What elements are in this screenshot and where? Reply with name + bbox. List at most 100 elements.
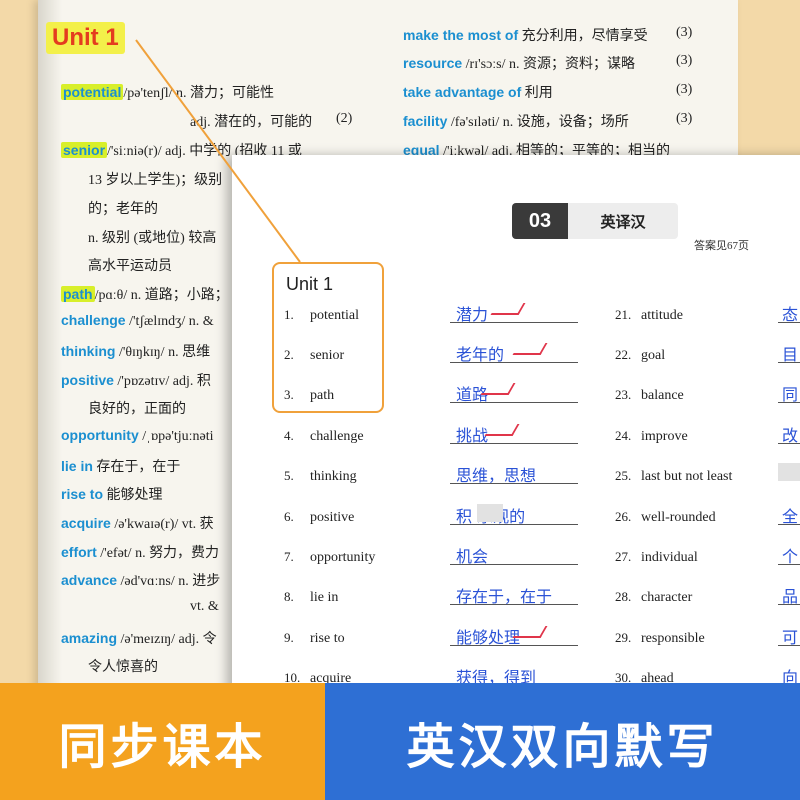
vocab-word: opportunity [61, 427, 139, 443]
question-number: 4. [284, 428, 294, 443]
banner-left: 同步课本 [0, 683, 325, 800]
vocab-word: acquire [61, 515, 111, 531]
question-number: 9. [284, 630, 294, 645]
vocab-frequency: (3) [676, 25, 693, 40]
handwritten-answer: 老年的 [456, 345, 505, 364]
handwritten-answer: 存在于，在于 [456, 587, 553, 606]
vocab-word: make the most of [403, 27, 519, 43]
question-number: 25. [615, 468, 632, 483]
vocab-word: positive [61, 372, 114, 388]
unit-box-title: Unit 1 [286, 274, 334, 294]
question-word: character [641, 590, 693, 605]
question-number: 27. [615, 549, 632, 564]
vocab-definition: /'pɒzətɪv/ adj. 积 [117, 374, 211, 389]
vocab-subline: adj. 潜在的，可能的 [190, 115, 313, 130]
section-number: 03 [512, 203, 568, 239]
vocab-definition: /pɑːθ/ n. 道路；小路； [94, 288, 229, 303]
question-number: 24. [615, 428, 632, 443]
vocab-entry: make the most of 充分利用，尽情享受 [403, 25, 648, 45]
vocab-entry: challenge /'tʃælɪndʒ/ n. & [61, 312, 214, 330]
vocab-definition: 能够处理 [106, 488, 163, 503]
handwritten-answer: 挑战 [456, 426, 489, 445]
question-word: path [310, 388, 335, 403]
handwritten-answer: 个 [782, 547, 799, 566]
question-row: 2. senior [284, 347, 344, 371]
answer-reference: 答案见67页 [694, 240, 749, 252]
vocab-entry: advance /əd'vɑːns/ n. 进步 [61, 570, 220, 590]
question-row: 21. attitude [615, 307, 683, 331]
question-row: 22. goal [615, 347, 665, 371]
question-word: attitude [641, 308, 683, 323]
question-number: 2. [284, 347, 294, 362]
check-mark-icon [484, 424, 520, 436]
question-word: opportunity [310, 550, 376, 565]
vocab-entry: positive /'pɒzətɪv/ adj. 积 [61, 370, 211, 390]
banner-left-text: 同步课本 [58, 718, 267, 775]
handwritten-answer: 品 [782, 587, 799, 606]
banner-right-text: 英汉双向默写 [406, 718, 719, 775]
handwritten-answer: 思维，思想 [456, 466, 537, 485]
question-row: 4. challenge [284, 428, 364, 452]
vocab-entry: rise to 能够处理 [61, 484, 163, 504]
vocab-word: facility [403, 113, 448, 129]
vocab-word: amazing [61, 630, 118, 646]
vocab-entry: facility /fə'sɪləti/ n. 设施，设备；场所 [403, 111, 629, 131]
handwritten-answer: 潜力 [456, 305, 489, 324]
question-word: positive [310, 510, 355, 525]
question-row: 27. individual [615, 549, 698, 573]
question-number: 23. [615, 387, 632, 402]
vocab-definition: /'θɪŋkɪŋ/ n. 思维 [118, 345, 211, 360]
vocab-word: potential [61, 84, 124, 100]
question-row: 8. lie in [284, 589, 338, 613]
vocab-definition: /əd'vɑːns/ n. 进步 [120, 574, 221, 589]
question-number: 8. [284, 589, 294, 604]
vocab-definition: /pə'tenʃl/ n. 潜力；可能性 [123, 86, 275, 101]
vocab-entry: acquire /ə'kwaɪə(r)/ vt. 获 [61, 513, 214, 533]
vocab-entry: amazing /ə'meɪzɪŋ/ adj. 令 [61, 628, 217, 648]
check-mark-icon [512, 343, 548, 355]
question-number: 26. [615, 509, 632, 524]
vocab-subline: 13 岁以上学生)；级别 [88, 173, 223, 188]
vocab-definition: /rɪ'sɔːs/ n. 资源；资料；谋略 [465, 57, 636, 72]
vocab-entry: path/pɑːθ/ n. 道路；小路； [61, 284, 229, 304]
question-word: goal [641, 348, 666, 363]
vocab-definition: /'tʃælɪndʒ/ n. & [129, 314, 214, 329]
vocab-definition: 利用 [524, 86, 553, 101]
vocab-entry: resource /rɪ'sɔːs/ n. 资源；资料；谋略 [403, 53, 635, 73]
vocab-word: thinking [61, 343, 116, 359]
question-word: well-rounded [641, 510, 716, 525]
handwritten-answer: 态 [782, 305, 799, 324]
question-row: 28. character [615, 589, 692, 613]
vocab-definition: /ˌɒpə'tjuːnəti [142, 429, 214, 444]
vocab-word: take advantage of [403, 84, 522, 100]
question-row: 5. thinking [284, 468, 357, 492]
handwritten-answer: 可 [782, 628, 799, 647]
vocab-left-column: potential/pə'tenʃl/ n. 潜力；可能性 adj. 潜在的，可… [0, 0, 352, 700]
vocab-subline: n. 级别 (或地位) 较高 [88, 231, 217, 246]
vocab-definition: /fə'sɪləti/ n. 设施，设备；场所 [450, 115, 629, 130]
handwritten-answer: 能够处理 [456, 628, 521, 647]
question-number: 21. [615, 307, 632, 322]
question-row: 6. positive [284, 509, 354, 533]
question-word: responsible [641, 631, 705, 646]
vocab-definition: /'efət/ n. 努力，费力 [100, 546, 220, 561]
handwritten-answer: 全 [782, 507, 799, 526]
vocab-definition: /ə'kwaɪə(r)/ vt. 获 [114, 517, 214, 532]
question-word: challenge [310, 429, 364, 444]
vocab-frequency: (3) [676, 53, 693, 68]
question-word: lie in [310, 590, 339, 605]
question-word: thinking [310, 469, 357, 484]
question-word: improve [641, 429, 688, 444]
vocab-word: effort [61, 544, 97, 560]
vocab-entry: potential/pə'tenʃl/ n. 潜力；可能性 [61, 82, 274, 102]
check-mark-icon [512, 626, 548, 638]
question-number: 29. [615, 630, 632, 645]
vocab-definition: /ə'meɪzɪŋ/ adj. 令 [120, 632, 217, 647]
worksheet-card: 03 英译汉 答案见67页 Unit 1 1. potential 潜力 2. se… [232, 155, 800, 715]
question-word: balance [641, 388, 684, 403]
blurred-patch [778, 463, 800, 481]
vocab-word: resource [403, 55, 463, 71]
vocab-word: challenge [61, 312, 126, 328]
vocab-subline: 令人惊喜的 [88, 660, 158, 675]
vocab-frequency: (3) [676, 82, 693, 97]
